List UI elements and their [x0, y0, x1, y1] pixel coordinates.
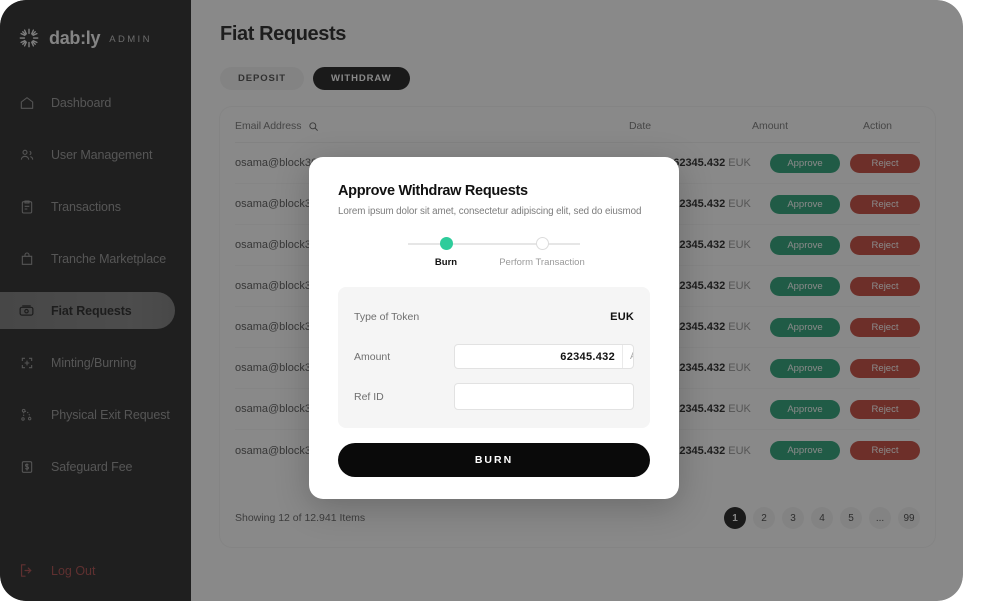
- field-row-refid: Ref ID: [354, 381, 634, 412]
- step-dot-todo-icon: [535, 237, 549, 250]
- field-row-amount: Amount AUK: [354, 341, 634, 372]
- modal-title: Approve Withdraw Requests: [338, 183, 528, 199]
- refid-input[interactable]: [454, 383, 634, 410]
- refid-label: Ref ID: [354, 390, 384, 403]
- app-card: dab:ly ADMIN Dashboard User Management: [0, 0, 963, 601]
- stepper: Burn Perform Transaction: [338, 237, 650, 277]
- token-value: EUK: [610, 310, 634, 323]
- amount-currency-suffix: AUK: [622, 345, 633, 368]
- app-root: dab:ly ADMIN Dashboard User Management: [0, 0, 987, 601]
- modal-subtitle: Lorem ipsum dolor sit amet, consectetur …: [338, 206, 642, 217]
- amount-label: Amount: [354, 350, 391, 363]
- approve-withdraw-modal: Approve Withdraw Requests Lorem ipsum do…: [309, 157, 679, 499]
- amount-input-wrap: AUK: [454, 344, 634, 369]
- modal-form-panel: Type of Token EUK Amount AUK Ref ID: [338, 287, 650, 428]
- token-label: Type of Token: [354, 310, 420, 323]
- step-label: Burn: [434, 257, 458, 268]
- step-dot-done-icon: [439, 237, 453, 250]
- step-burn[interactable]: Burn: [398, 237, 494, 268]
- amount-input[interactable]: [455, 345, 622, 368]
- step-label: Perform Transaction: [499, 257, 585, 268]
- field-row-token: Type of Token EUK: [354, 301, 634, 332]
- burn-button[interactable]: BURN: [338, 443, 650, 477]
- step-perform-transaction[interactable]: Perform Transaction: [494, 237, 590, 268]
